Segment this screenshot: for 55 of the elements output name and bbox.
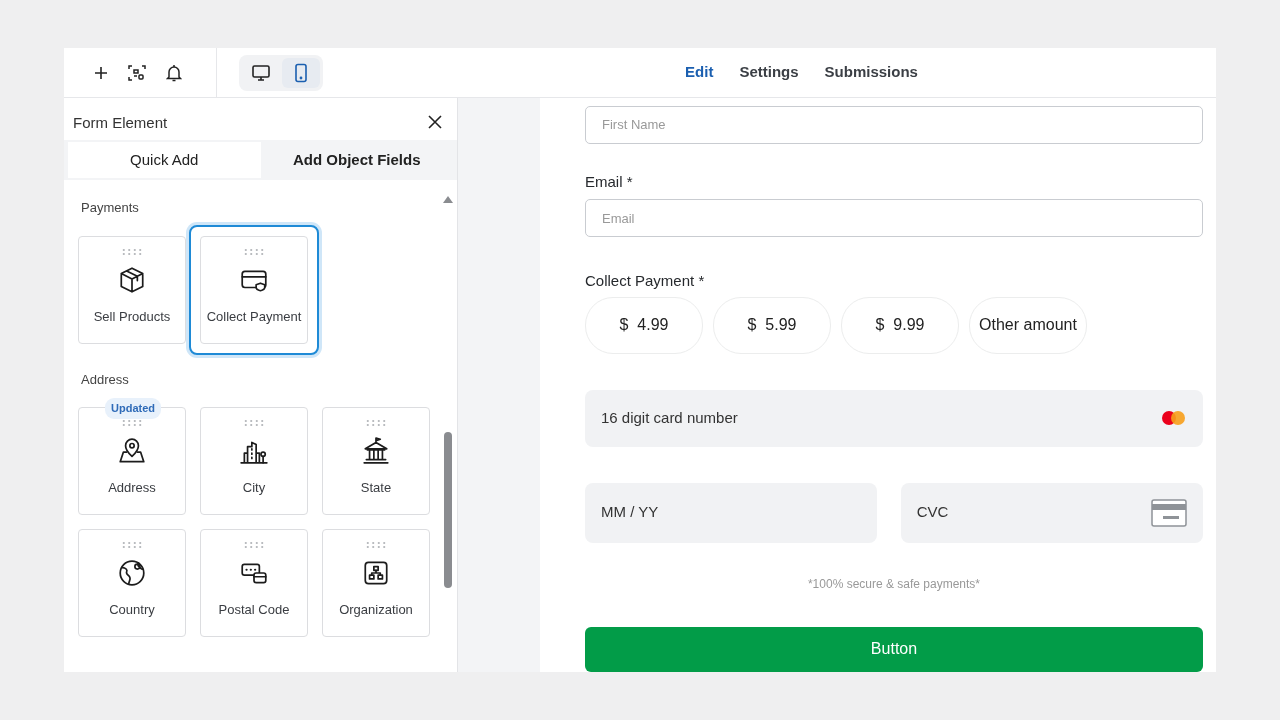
form-element-tile[interactable]: Collect Payment: [189, 224, 319, 355]
card-number-field[interactable]: 16 digit card number: [585, 389, 1203, 447]
updated-badge: Updated: [105, 398, 161, 419]
nav-tab[interactable]: Submissions: [824, 59, 918, 86]
expiry-field[interactable]: MM / YY: [585, 482, 877, 543]
card-brand-icon: [1161, 410, 1187, 427]
drag-handle-icon[interactable]: [121, 541, 143, 549]
text-field[interactable]: First Name: [585, 106, 1203, 144]
plus-icon[interactable]: [94, 65, 108, 80]
field-label: Collect Payment *: [585, 271, 706, 292]
section-heading: Payments: [81, 199, 140, 217]
tile-label: Organization: [339, 601, 413, 619]
nav-tab[interactable]: Settings: [739, 59, 799, 86]
tile-label: Collect Payment: [206, 307, 302, 326]
panel-tab[interactable]: Quick Add: [68, 142, 261, 178]
tile-label: City: [242, 479, 266, 497]
text-field[interactable]: Email: [585, 199, 1203, 238]
box-icon: [117, 264, 147, 295]
drag-handle-icon[interactable]: [243, 541, 265, 549]
form-element-tile[interactable]: Postal Code: [200, 529, 308, 637]
cvc-field[interactable]: CVC: [900, 482, 1203, 543]
tile-label: State: [360, 479, 392, 497]
panel-title: Form Element: [73, 112, 168, 133]
tile-label: Postal Code: [218, 601, 290, 619]
form-element-tile[interactable]: City: [200, 407, 308, 515]
map-pin-icon: [117, 436, 147, 466]
drag-handle-icon[interactable]: [365, 541, 387, 549]
amount-option[interactable]: $ 5.99: [713, 296, 831, 354]
form-element-tile[interactable]: Country: [78, 529, 186, 637]
form-element-tile[interactable]: Sell Products: [78, 235, 186, 344]
columned-building-icon: [361, 436, 391, 466]
form-element-tile[interactable]: State: [322, 407, 430, 515]
submit-button[interactable]: Button: [585, 626, 1203, 672]
drag-handle-icon[interactable]: [365, 419, 387, 427]
security-note: *100% secure & safe payments*: [806, 575, 982, 593]
tile-label: Country: [109, 601, 155, 619]
amount-option[interactable]: $ 9.99: [841, 296, 959, 354]
field-label: Email *: [585, 171, 634, 192]
desktop-icon: [251, 62, 271, 83]
scan-icon[interactable]: [128, 63, 146, 82]
panel-tab[interactable]: Add Object Fields: [260, 142, 453, 178]
amount-option[interactable]: Other amount: [969, 296, 1087, 354]
tile-label: Sell Products: [93, 307, 171, 326]
tile-label: Address: [108, 479, 156, 497]
org-chart-icon: [361, 558, 391, 588]
amount-option[interactable]: $ 4.99: [585, 296, 703, 354]
mobile-view-button[interactable]: [282, 57, 320, 88]
card-icon: [1151, 498, 1187, 527]
globe-icon: [117, 558, 147, 588]
nav-tab[interactable]: Edit: [685, 59, 714, 86]
bell-icon[interactable]: [166, 63, 182, 82]
section-heading: Address: [81, 370, 130, 389]
form-element-tile[interactable]: Organization: [322, 529, 430, 637]
drag-handle-icon[interactable]: [243, 419, 265, 427]
drag-handle-icon[interactable]: [121, 419, 143, 427]
